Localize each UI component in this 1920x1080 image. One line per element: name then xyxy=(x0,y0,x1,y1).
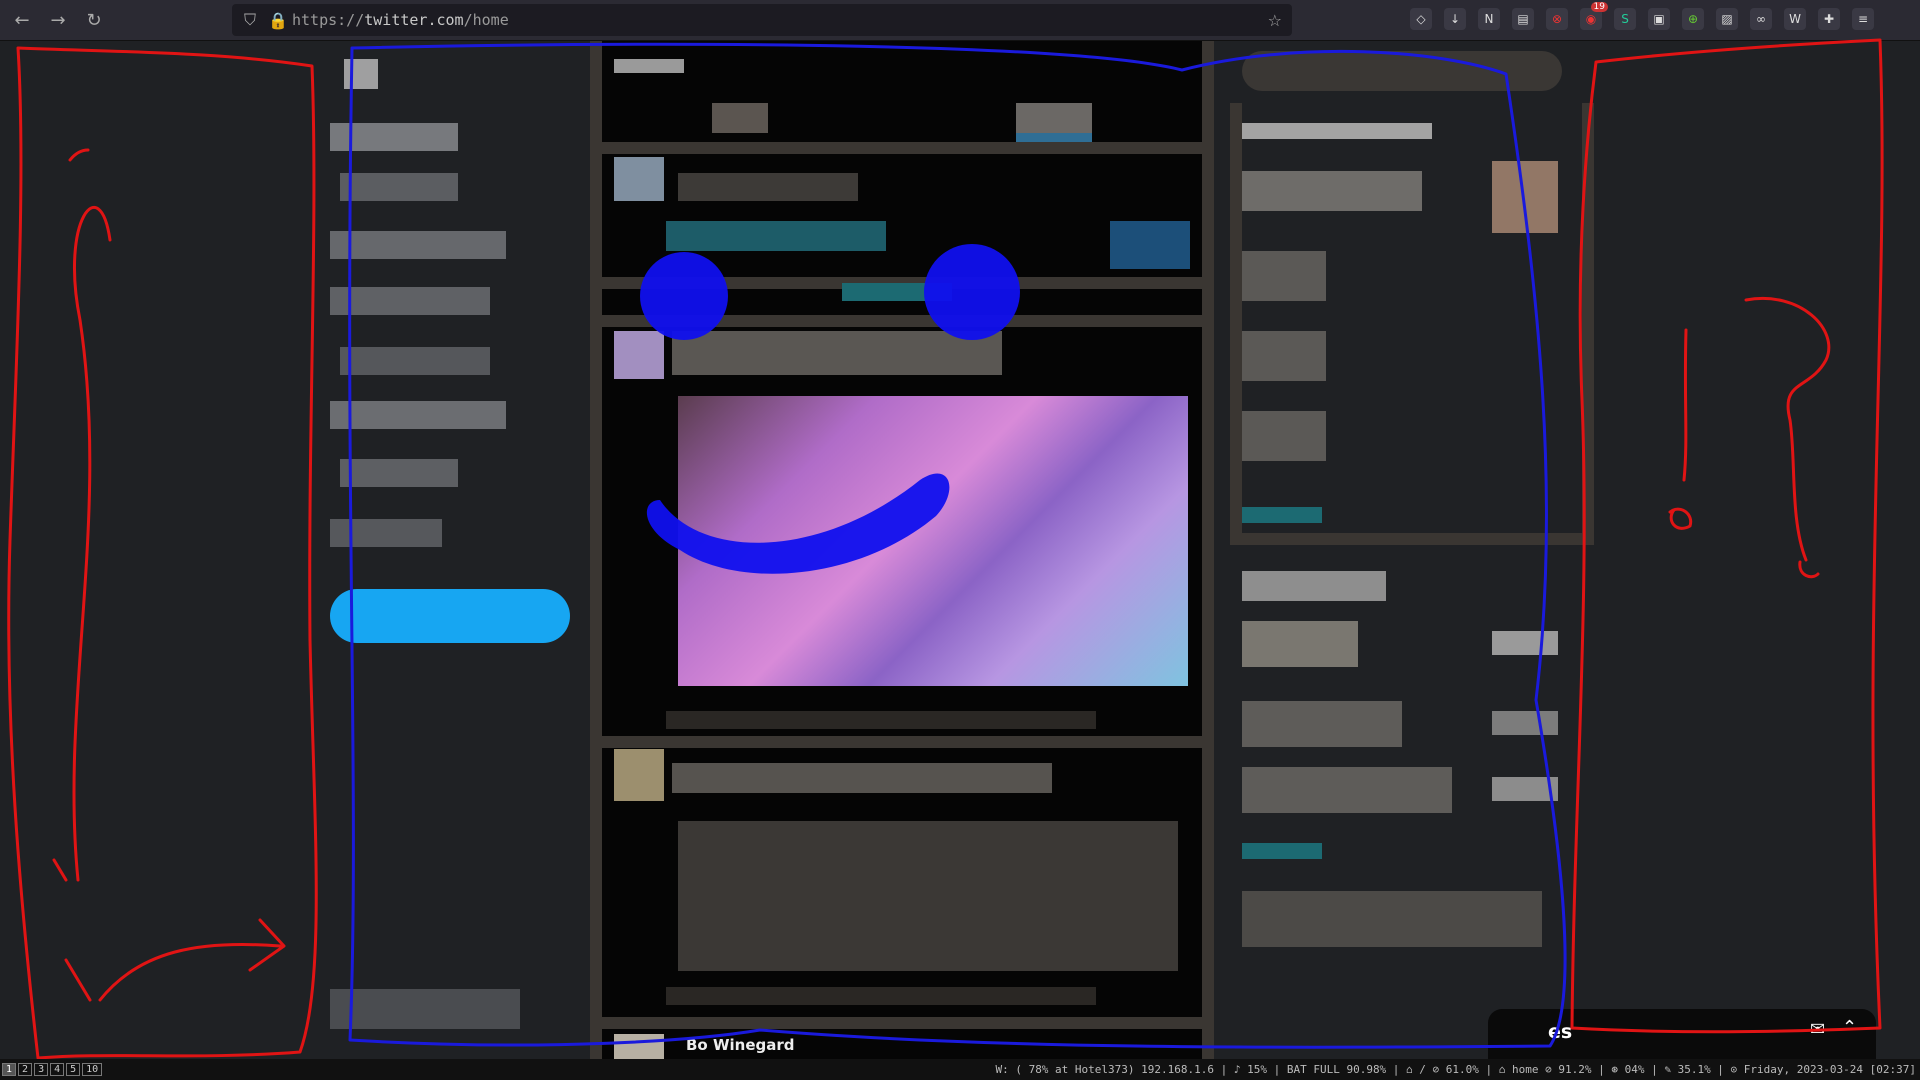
trend-image[interactable] xyxy=(1492,161,1558,233)
tab-for-you[interactable] xyxy=(712,103,768,133)
avatar xyxy=(614,749,664,801)
browser-toolbar: ← → ↻ ⛉ 🔒 https://twitter.com/home ☆ ◇ ↓… xyxy=(0,0,1920,41)
menu-icon[interactable]: ≡ xyxy=(1852,8,1874,30)
nav-messages[interactable] xyxy=(330,287,490,315)
download-icon[interactable]: ↓ xyxy=(1444,8,1466,30)
trend-item[interactable] xyxy=(1242,331,1326,381)
reload-icon[interactable]: ↻ xyxy=(80,6,108,34)
twitter-logo[interactable] xyxy=(344,59,378,89)
quoted-tweet[interactable] xyxy=(678,821,1178,971)
tweet-media[interactable] xyxy=(678,396,1188,686)
show-tweets-link[interactable] xyxy=(842,283,952,301)
twitter-page: Bo Winegard es ✉ ⌃ xyxy=(0,41,1920,1059)
compose-tweet-button[interactable] xyxy=(1110,221,1190,269)
timeline: Bo Winegard xyxy=(590,41,1214,1059)
nav-bookmarks[interactable] xyxy=(340,347,490,375)
new-message-icon[interactable]: ✉ xyxy=(1810,1019,1825,1040)
workspace-button[interactable]: 10 xyxy=(82,1063,103,1076)
search-input[interactable] xyxy=(1242,51,1562,91)
status-bar: 1 2 3 4 5 10 W: ( 78% at Hotel373) 192.1… xyxy=(0,1059,1920,1080)
image-extension-icon[interactable]: ▨ xyxy=(1716,8,1738,30)
trend-item[interactable] xyxy=(1242,251,1326,301)
back-icon[interactable]: ← xyxy=(8,6,36,34)
trend-item[interactable] xyxy=(1242,171,1422,211)
workspace-button[interactable]: 1 xyxy=(2,1063,17,1076)
extension-badge: 19 xyxy=(1590,2,1608,12)
w-extension-icon[interactable]: W xyxy=(1784,8,1806,30)
blocker-icon[interactable]: ⊗ xyxy=(1546,8,1568,30)
shield-icon[interactable]: ⛉ xyxy=(244,10,256,30)
who-to-follow-title xyxy=(1242,571,1386,601)
bookmark-star-icon[interactable]: ☆ xyxy=(1268,11,1282,30)
chevron-up-icon[interactable]: ⌃ xyxy=(1842,1017,1857,1038)
workspace-button[interactable]: 2 xyxy=(18,1063,33,1076)
nav-profile[interactable] xyxy=(340,459,458,487)
tweet-header xyxy=(672,763,1052,793)
notion-icon[interactable]: N xyxy=(1478,8,1500,30)
trend-item[interactable] xyxy=(1242,411,1326,461)
ublock-icon[interactable]: ◉ 19 xyxy=(1580,2,1608,30)
compose-input[interactable] xyxy=(678,173,858,201)
reader-icon[interactable]: ▤ xyxy=(1512,8,1534,30)
s-extension-icon[interactable]: S xyxy=(1614,8,1636,30)
tweet-header xyxy=(672,331,1002,375)
follow-suggestion[interactable] xyxy=(1242,621,1358,667)
glasses-icon[interactable]: ∞ xyxy=(1750,8,1772,30)
avatar xyxy=(614,157,664,201)
tab-icon[interactable]: ▣ xyxy=(1648,8,1670,30)
green-extension-icon[interactable]: ⊕ xyxy=(1682,8,1704,30)
trends-title xyxy=(1242,123,1432,139)
follow-button[interactable] xyxy=(1492,631,1558,655)
footer-links[interactable] xyxy=(1242,891,1542,947)
messages-drawer[interactable]: es ✉ ⌃ xyxy=(1488,1009,1876,1059)
puzzle-icon[interactable]: ✚ xyxy=(1818,8,1840,30)
workspace-list: 1 2 3 4 5 10 xyxy=(2,1063,103,1076)
workspace-button[interactable]: 4 xyxy=(50,1063,65,1076)
tab-following[interactable] xyxy=(1016,103,1092,133)
extension-icons: ◇ ↓ N ▤ ⊗ ◉ 19 S ▣ ⊕ ▨ ∞ W ✚ ≡ xyxy=(1410,2,1874,32)
pocket-icon[interactable]: ◇ xyxy=(1410,8,1432,30)
nav-more[interactable] xyxy=(330,519,442,547)
messages-label: es xyxy=(1548,1021,1573,1043)
show-more-link[interactable] xyxy=(1242,507,1322,523)
follow-button[interactable] xyxy=(1492,777,1558,801)
nav-lists[interactable] xyxy=(330,401,506,429)
compose-tools[interactable] xyxy=(666,221,886,251)
nav-home[interactable] xyxy=(330,123,458,151)
tweet-actions[interactable] xyxy=(666,711,1096,729)
nav-notifications[interactable] xyxy=(330,231,506,259)
account-switcher[interactable] xyxy=(330,989,520,1029)
forward-icon[interactable]: → xyxy=(44,6,72,34)
address-bar[interactable]: ⛉ 🔒 https://twitter.com/home ☆ xyxy=(232,4,1292,36)
nav-explore[interactable] xyxy=(340,173,458,201)
follow-suggestion[interactable] xyxy=(1242,701,1402,747)
avatar xyxy=(614,1034,664,1059)
system-status-text: W: ( 78% at Hotel373) 192.168.1.6 | ♪ 15… xyxy=(995,1063,1916,1076)
tweet-author-name[interactable]: Bo Winegard xyxy=(686,1036,795,1054)
show-more-link[interactable] xyxy=(1242,843,1322,859)
follow-button[interactable] xyxy=(1492,711,1558,735)
page-title xyxy=(614,59,684,73)
tweet-button[interactable] xyxy=(330,589,570,643)
tweet-actions[interactable] xyxy=(666,987,1096,1005)
follow-suggestion[interactable] xyxy=(1242,767,1452,813)
lock-icon[interactable]: 🔒 xyxy=(268,11,288,30)
avatar xyxy=(614,331,664,379)
url-text[interactable]: https://twitter.com/home xyxy=(292,11,509,29)
workspace-button[interactable]: 3 xyxy=(34,1063,49,1076)
right-sidebar xyxy=(1230,41,1594,1059)
workspace-button[interactable]: 5 xyxy=(66,1063,81,1076)
